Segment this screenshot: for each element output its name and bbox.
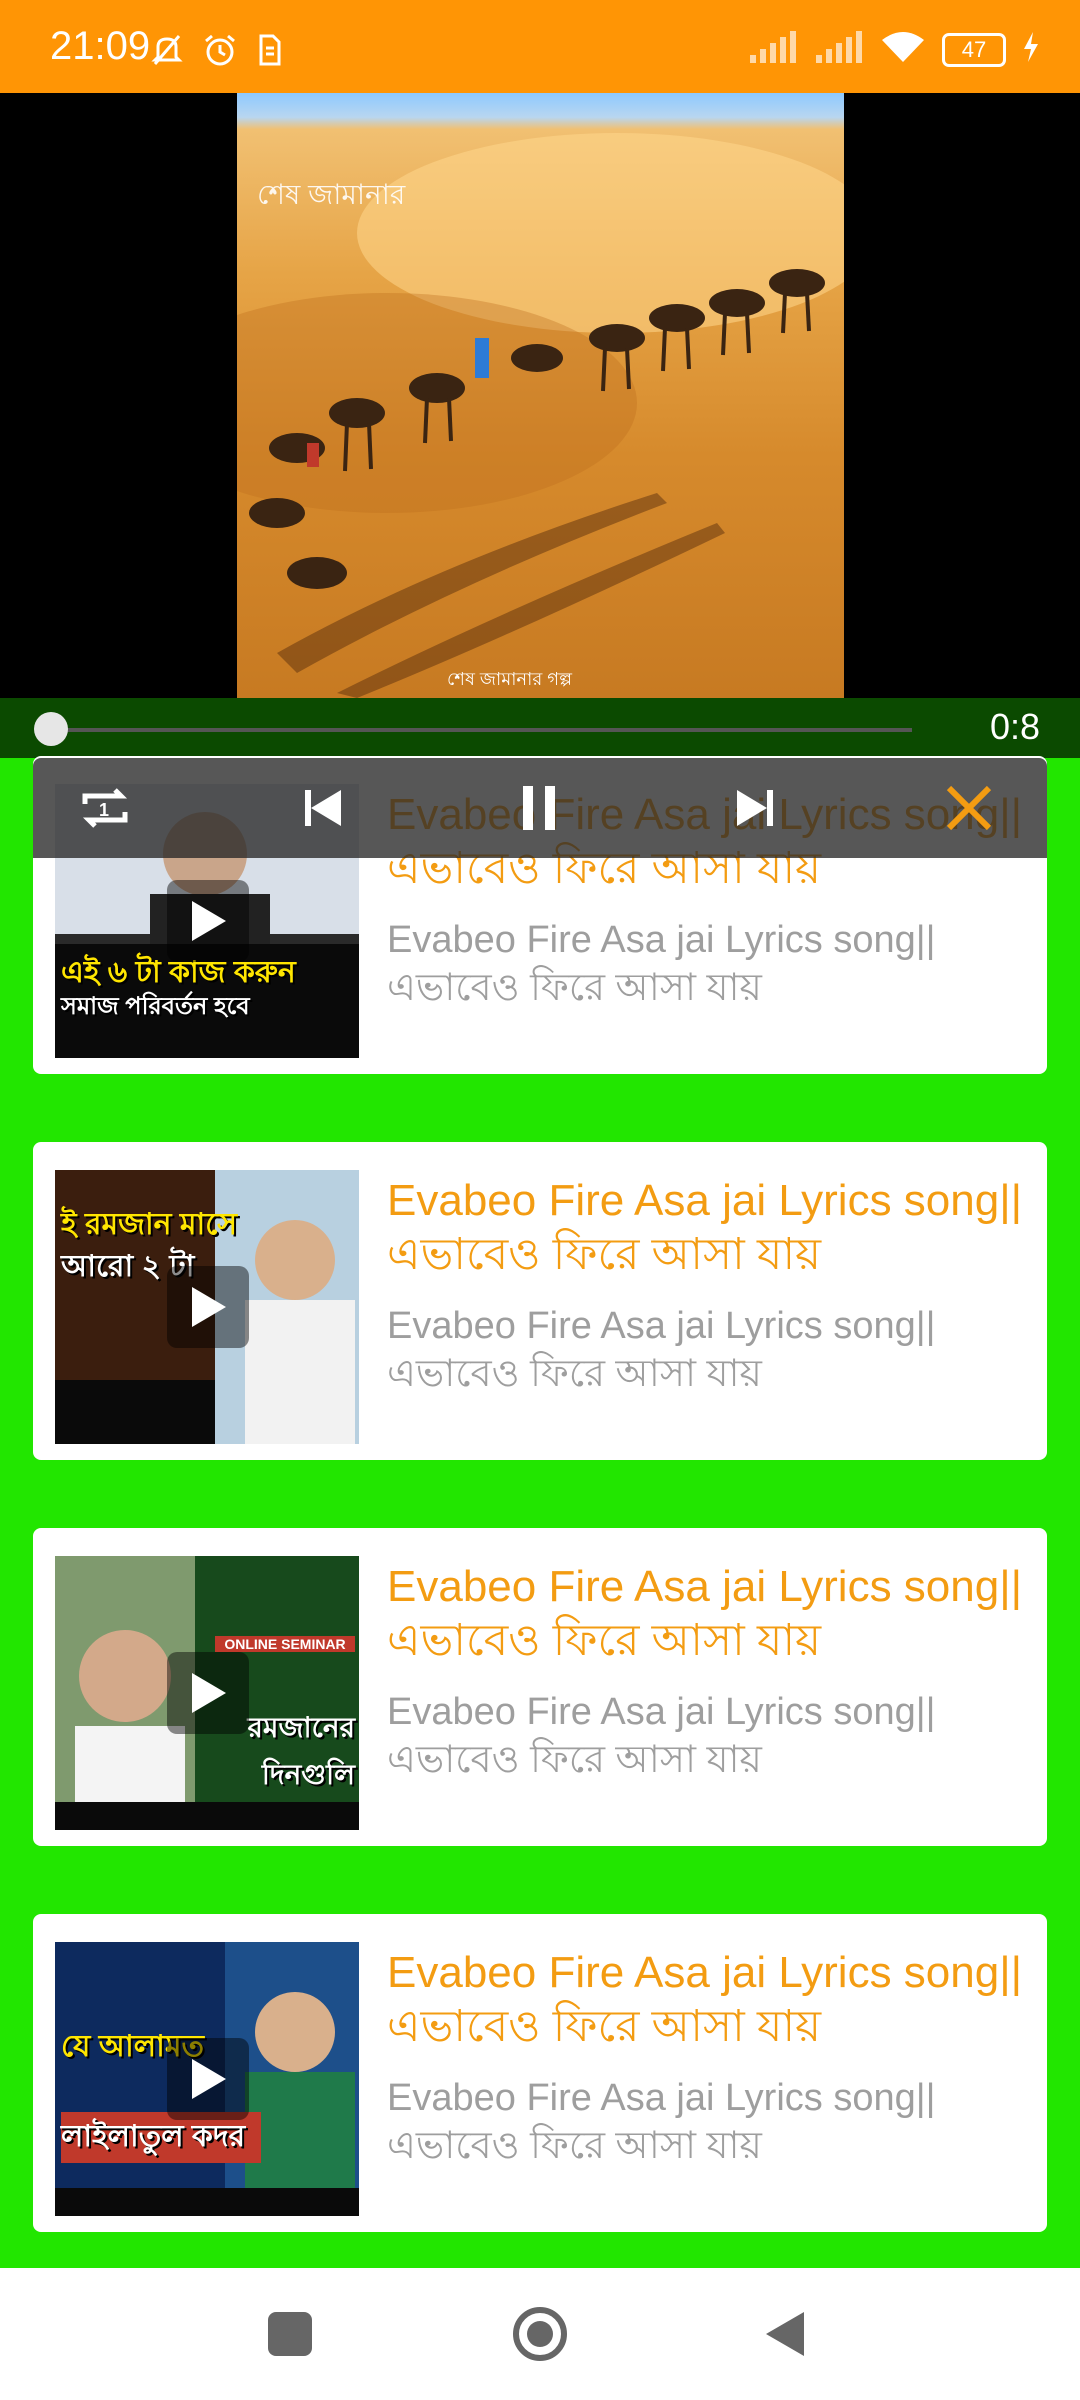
home-button[interactable] [512, 2306, 568, 2362]
video-thumbnail[interactable]: ONLINE SEMINAR রমজানের দিনগুলি [55, 1556, 359, 1830]
recents-button[interactable] [268, 2312, 312, 2356]
skip-next-icon[interactable] [723, 776, 787, 840]
video-frame[interactable]: শেষ জামানার শেষ জামানার গল্প [237, 93, 844, 698]
play-icon[interactable] [167, 1652, 249, 1734]
play-icon[interactable] [167, 2038, 249, 2120]
wifi-icon [880, 30, 926, 69]
list-item[interactable]: যে আলামত লাইলাতুল কদর Evabeo Fire Asa ja… [33, 1914, 1047, 2232]
thumbnail-caption: ONLINE SEMINAR [215, 1636, 355, 1652]
pause-icon[interactable] [507, 776, 571, 840]
video-thumbnail[interactable]: ই রমজান মাসে আরো ২ টা [55, 1170, 359, 1444]
skip-previous-icon[interactable] [291, 776, 355, 840]
item-description: Evabeo Fire Asa jai Lyrics song|| এভাবেও… [387, 919, 936, 1009]
mute-icon [150, 33, 184, 72]
item-description: Evabeo Fire Asa jai Lyrics song|| এভাবেও… [387, 1691, 936, 1781]
seek-thumb[interactable] [34, 712, 68, 746]
video-credit: শেষ জামানার গল্প [447, 669, 572, 689]
elapsed-time: 0:8 [989, 706, 1040, 747]
item-title[interactable]: Evabeo Fire Asa jai Lyrics song|| এভাবেও… [387, 1174, 1027, 1282]
status-left-icons [150, 32, 282, 73]
system-nav-bar [0, 2268, 1080, 2400]
close-icon[interactable] [937, 776, 1001, 840]
repeat-one-icon[interactable]: 1 [73, 776, 137, 840]
alarm-icon [202, 32, 238, 73]
signal-icon-2 [814, 31, 864, 68]
thumbnail-subcaption: সমাজ পরিবর্তন হবে [61, 993, 250, 1020]
video-watermark: শেষ জামানার [257, 179, 406, 210]
sim-icon [256, 33, 282, 72]
list-item[interactable]: ONLINE SEMINAR রমজানের দিনগুলি Evabeo Fi… [33, 1528, 1047, 1846]
signal-icon [748, 31, 798, 68]
svg-text:1: 1 [99, 800, 109, 820]
status-right-icons: 47 [748, 30, 1040, 69]
list-item[interactable]: ই রমজান মাসে আরো ২ টা Evabeo Fire Asa ja… [33, 1142, 1047, 1460]
item-description: Evabeo Fire Asa jai Lyrics song|| এভাবেও… [387, 2077, 936, 2167]
item-title[interactable]: Evabeo Fire Asa jai Lyrics song|| এভাবেও… [387, 1946, 1027, 2054]
charging-icon [1022, 32, 1040, 67]
seek-bar[interactable]: 0:8 [0, 698, 1080, 758]
play-icon[interactable] [167, 1266, 249, 1348]
item-title[interactable]: Evabeo Fire Asa jai Lyrics song|| এভাবেও… [387, 1560, 1027, 1668]
status-time: 21:09 [50, 24, 151, 68]
seek-track[interactable] [52, 728, 912, 732]
video-player[interactable]: শেষ জামানার শেষ জামানার গল্প [0, 93, 1080, 698]
back-button[interactable] [762, 2308, 810, 2360]
play-icon[interactable] [167, 880, 249, 962]
status-bar: 21:09 47 [0, 0, 1080, 93]
battery-icon: 47 [942, 32, 1006, 67]
item-description: Evabeo Fire Asa jai Lyrics song|| এভাবেও… [387, 1305, 936, 1395]
player-controls: 1 [33, 758, 1047, 858]
video-thumbnail[interactable]: যে আলামত লাইলাতুল কদর [55, 1942, 359, 2216]
